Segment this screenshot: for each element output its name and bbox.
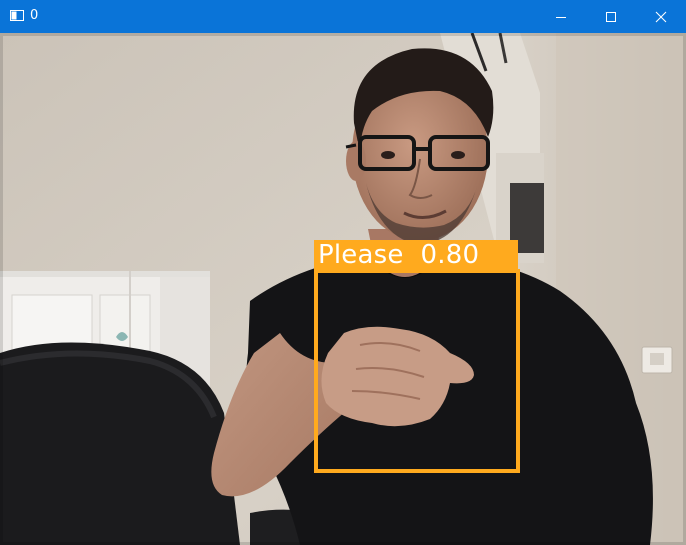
detection-label: Please 0.80 <box>318 238 479 272</box>
camera-frame: Please 0.80 <box>0 33 686 545</box>
detection-class-label: Please <box>318 240 404 270</box>
minimize-button[interactable] <box>538 0 584 33</box>
minimize-icon <box>556 16 566 18</box>
close-icon <box>655 11 667 22</box>
title-bar[interactable]: 0 <box>0 0 686 33</box>
detection-confidence: 0.80 <box>420 240 480 270</box>
window-title: 0 <box>30 8 39 23</box>
maximize-button[interactable] <box>588 0 634 33</box>
opencv-window: 0 Please 0.80 <box>0 0 686 545</box>
close-button[interactable] <box>638 0 684 33</box>
window-app-icon <box>10 10 24 21</box>
detection-bounding-box <box>314 269 520 473</box>
maximize-icon <box>606 11 616 22</box>
